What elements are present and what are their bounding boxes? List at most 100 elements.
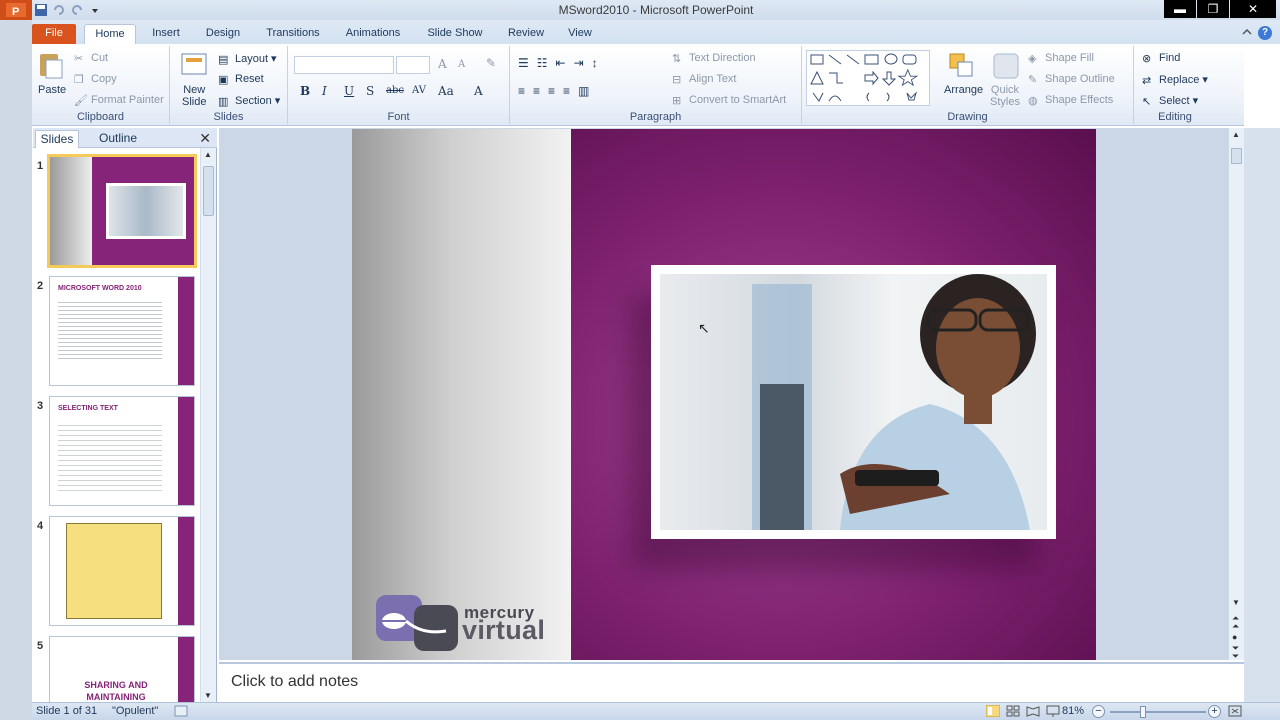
zoom-in-icon[interactable]: + — [1208, 705, 1221, 718]
new-slide-icon[interactable] — [180, 52, 208, 82]
close-button[interactable]: ✕ — [1230, 0, 1276, 18]
font-name-input[interactable] — [294, 56, 394, 74]
find-button[interactable]: ⊗ Find — [1142, 52, 1180, 65]
layout-button[interactable]: ▤ Layout ▾ — [218, 52, 277, 66]
spell-check-icon[interactable] — [174, 705, 188, 720]
slide-thumbnail[interactable] — [49, 516, 195, 626]
maximize-button[interactable]: ❐ — [1197, 0, 1229, 18]
section-button[interactable]: ▥ Section ▾ — [218, 94, 280, 108]
tab-transitions[interactable]: Transitions — [260, 24, 326, 44]
font-size-input[interactable] — [396, 56, 430, 74]
normal-view-icon[interactable] — [985, 704, 1001, 720]
convert-smartart-button[interactable]: ⊞ Convert to SmartArt — [672, 94, 786, 107]
align-left-icon[interactable]: ≡ — [518, 84, 525, 98]
zoom-slider-thumb[interactable] — [1140, 706, 1146, 718]
select-label: Select — [1159, 94, 1190, 107]
fit-slide-icon[interactable] — [1228, 705, 1242, 720]
align-text-button[interactable]: ⊟ Align Text — [672, 73, 737, 86]
arrange-button[interactable]: Arrange — [944, 84, 983, 96]
help-icon[interactable]: ? — [1258, 26, 1272, 40]
strikethrough-button[interactable]: abc — [386, 85, 404, 96]
minimize-button[interactable]: ▬ — [1164, 0, 1196, 18]
replace-button[interactable]: ⇄ Replace ▾ — [1142, 73, 1208, 87]
slide-thumbnail[interactable]: MICROSOFT WORD 2010 — [49, 276, 195, 386]
svg-text:P: P — [12, 6, 19, 18]
format-painter-button[interactable]: 🖌 Format Painter — [74, 94, 164, 107]
copy-button[interactable]: ❐ Copy — [74, 73, 117, 86]
tab-view[interactable]: View — [562, 24, 598, 44]
change-case-button[interactable]: Aa — [438, 84, 454, 98]
justify-icon[interactable]: ≡ — [563, 84, 570, 98]
scroll-up-icon[interactable]: ▲ — [204, 150, 212, 159]
slide-thumbnail[interactable]: SHARING AND MAINTAINING DOCUMENTS — [49, 636, 195, 702]
shapes-gallery[interactable] — [806, 50, 930, 106]
increase-indent-icon[interactable]: ⇥ — [574, 56, 584, 70]
text-direction-button[interactable]: ⇅ Text Direction — [672, 52, 756, 65]
line-spacing-icon[interactable]: ↕ — [592, 56, 598, 70]
select-button[interactable]: ↖ Select ▾ — [1142, 94, 1198, 108]
tab-design[interactable]: Design — [198, 24, 248, 44]
quick-styles-button[interactable]: Quick Styles — [990, 84, 1020, 108]
notes-pane[interactable]: Click to add notes — [219, 662, 1244, 702]
font-color-button[interactable]: A — [474, 84, 483, 98]
app-icon[interactable]: P — [0, 0, 32, 20]
zoom-out-icon[interactable]: − — [1092, 705, 1105, 718]
numbering-icon[interactable]: ☷ — [537, 56, 548, 70]
bullets-icon[interactable]: ☰ — [518, 56, 529, 70]
slide-thumbnail[interactable] — [47, 154, 197, 268]
slide-photo[interactable]: ↖ — [651, 265, 1056, 539]
decrease-indent-icon[interactable]: ⇤ — [556, 56, 566, 70]
shape-fill-button[interactable]: ◈ Shape Fill — [1028, 52, 1094, 65]
shadow-button[interactable]: S — [366, 84, 374, 98]
tab-review[interactable]: Review — [504, 24, 548, 44]
next-slide-icon[interactable]: ⏷ ⏷ — [1232, 644, 1239, 661]
tab-slide-show[interactable]: Slide Show — [422, 24, 488, 44]
tab-outline[interactable]: Outline — [93, 130, 143, 148]
bold-button[interactable]: B — [300, 84, 310, 98]
clear-format-icon[interactable]: ✎ — [486, 56, 496, 70]
thumb-left-panel — [50, 157, 92, 265]
tab-slides[interactable]: Slides — [35, 130, 79, 148]
italic-button[interactable]: I — [322, 84, 327, 98]
tab-insert[interactable]: Insert — [144, 24, 188, 44]
quick-styles-icon[interactable] — [992, 52, 1020, 82]
panel-scrollbar[interactable]: ▲ ▼ — [200, 148, 216, 702]
panel-scroll-thumb[interactable] — [203, 166, 214, 216]
slide-thumbnail[interactable]: SELECTING TEXT — [49, 396, 195, 506]
reset-button[interactable]: ▣ Reset — [218, 73, 264, 86]
columns-icon[interactable]: ▥ — [578, 84, 589, 98]
previous-slide-icon[interactable]: ⏶ ⏶ — [1232, 614, 1239, 631]
binoculars-icon: ⊗ — [1142, 53, 1152, 65]
paste-icon[interactable] — [36, 50, 64, 80]
shape-effects-button[interactable]: ◍ Shape Effects — [1028, 94, 1113, 107]
minimize-ribbon-icon[interactable] — [1242, 27, 1252, 40]
arrange-icon[interactable] — [948, 52, 976, 82]
align-right-icon[interactable]: ≡ — [548, 84, 555, 98]
align-center-icon[interactable]: ≡ — [533, 84, 540, 98]
underline-button[interactable]: U — [344, 84, 354, 98]
quick-styles-label-2: Styles — [990, 96, 1020, 108]
scroll-down-icon[interactable]: ▼ — [1232, 598, 1240, 607]
shrink-font-button[interactable]: A — [458, 59, 465, 70]
scroll-down-icon[interactable]: ▼ — [204, 691, 212, 700]
current-slide[interactable]: ↖ mercury virtual — [352, 129, 1096, 660]
tab-file[interactable]: File — [32, 24, 76, 44]
zoom-slider[interactable] — [1110, 711, 1206, 713]
slide-show-view-icon[interactable] — [1046, 705, 1060, 720]
tab-home[interactable]: Home — [84, 24, 136, 44]
select-browse-object-icon[interactable]: ● — [1232, 632, 1237, 642]
new-slide-button[interactable]: New Slide — [182, 84, 206, 108]
tab-animations[interactable]: Animations — [340, 24, 406, 44]
slide-scrollbar[interactable]: ▲ ▼ ⏶ ⏶ ● ⏷ ⏷ — [1228, 128, 1244, 661]
slide-sorter-view-icon[interactable] — [1006, 705, 1020, 720]
zoom-level[interactable]: 81% — [1062, 705, 1084, 717]
cut-button[interactable]: ✂ Cut — [74, 52, 108, 65]
char-spacing-button[interactable]: AV — [412, 85, 426, 96]
slide-scroll-thumb[interactable] — [1231, 148, 1242, 164]
scroll-up-icon[interactable]: ▲ — [1232, 130, 1240, 139]
close-panel-icon[interactable]: ✕ — [199, 130, 211, 147]
paste-button[interactable]: Paste — [38, 84, 66, 96]
reading-view-icon[interactable] — [1026, 705, 1040, 720]
shape-outline-button[interactable]: ✎ Shape Outline — [1028, 73, 1115, 86]
grow-font-button[interactable]: A — [438, 57, 447, 71]
